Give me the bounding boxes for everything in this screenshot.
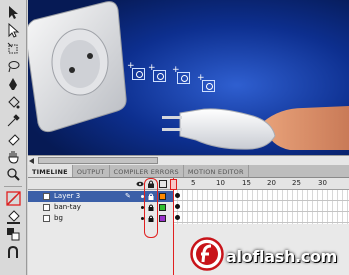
flash-logo-icon xyxy=(190,237,224,271)
swap-colors-icon[interactable] xyxy=(5,226,22,243)
watermark-text: aloflash.com xyxy=(226,247,338,266)
stage-horizontal-scrollbar[interactable] xyxy=(28,155,349,165)
frame-number: 5 xyxy=(191,179,196,187)
layer-outline-color-swatch[interactable] xyxy=(159,204,166,211)
frame-number: 20 xyxy=(267,179,276,187)
tools-panel xyxy=(0,0,27,275)
motion-node-2[interactable] xyxy=(148,63,166,82)
eraser-tool-icon[interactable] xyxy=(5,130,22,147)
layer-icon xyxy=(43,193,50,200)
frame-number: 15 xyxy=(242,179,251,187)
pen-tool-icon[interactable] xyxy=(5,76,22,93)
hand-tool-icon[interactable] xyxy=(5,148,22,165)
layer-name: Layer 3 xyxy=(54,192,81,200)
scroll-left-icon[interactable] xyxy=(29,158,34,164)
motion-node-4[interactable] xyxy=(197,73,215,92)
layer-name: ban-tay xyxy=(54,203,81,211)
frame-number: 30 xyxy=(318,179,327,187)
tab-timeline[interactable]: TIMELINE xyxy=(28,165,73,177)
layer-name: bg xyxy=(54,214,63,222)
frame-row[interactable] xyxy=(173,201,349,212)
tab-output[interactable]: OUTPUT xyxy=(73,165,110,177)
watermark: aloflash.com xyxy=(190,236,346,272)
stroke-color-icon[interactable] xyxy=(5,190,22,207)
outline-all-icon[interactable] xyxy=(159,180,167,188)
keyframe[interactable] xyxy=(175,193,180,198)
lock-column-highlight xyxy=(144,178,158,238)
timeline-header: 5 10 15 20 25 30 xyxy=(28,178,349,190)
wall-socket-image xyxy=(28,1,127,133)
eyedropper-tool-icon[interactable] xyxy=(5,112,22,129)
motion-node-3[interactable] xyxy=(172,65,190,84)
scrollbar-thumb[interactable] xyxy=(38,157,158,164)
frame-row[interactable] xyxy=(173,212,349,223)
frame-row[interactable] xyxy=(173,190,349,201)
show-hide-eye-icon[interactable] xyxy=(136,180,144,188)
layer-icon xyxy=(43,204,50,211)
playhead-handle[interactable] xyxy=(170,179,177,190)
frame-number: 25 xyxy=(292,179,301,187)
free-transform-tool-icon[interactable] xyxy=(5,40,22,57)
frame-number: 10 xyxy=(216,179,225,187)
tool-separator xyxy=(4,186,22,187)
layer-outline-color-swatch[interactable] xyxy=(159,193,166,200)
keyframe[interactable] xyxy=(175,204,180,209)
keyframe[interactable] xyxy=(175,215,180,220)
fill-color-icon[interactable] xyxy=(5,208,22,225)
zoom-tool-icon[interactable] xyxy=(5,166,22,183)
edit-pencil-icon: ✎ xyxy=(125,192,131,200)
layer-outline-color-swatch[interactable] xyxy=(159,215,166,222)
motion-node-1[interactable] xyxy=(127,61,145,80)
playhead-line xyxy=(173,178,174,275)
layer-icon xyxy=(43,215,50,222)
tab-motion-editor[interactable]: MOTION EDITOR xyxy=(184,165,249,177)
subselection-tool-icon[interactable] xyxy=(5,22,22,39)
stage[interactable] xyxy=(28,0,349,155)
snap-to-objects-icon[interactable] xyxy=(5,244,22,261)
flash-ide-window: TIMELINE OUTPUT COMPILER ERRORS MOTION E… xyxy=(0,0,349,275)
panel-tabs: TIMELINE OUTPUT COMPILER ERRORS MOTION E… xyxy=(28,165,349,178)
lasso-tool-icon[interactable] xyxy=(5,58,22,75)
tab-compiler-errors[interactable]: COMPILER ERRORS xyxy=(110,165,184,177)
selection-tool-icon[interactable] xyxy=(5,4,22,21)
paint-bucket-tool-icon[interactable] xyxy=(5,94,22,111)
